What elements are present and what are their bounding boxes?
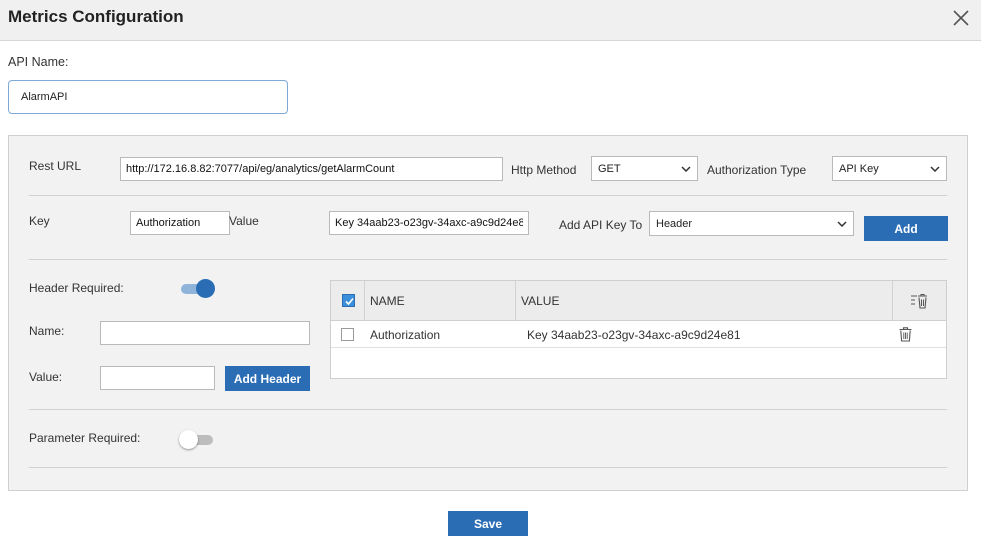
value-label: Value (229, 214, 259, 228)
dialog-title: Metrics Configuration (8, 7, 184, 26)
add-api-key-button[interactable]: Add (864, 216, 948, 241)
api-name-input[interactable] (8, 80, 288, 114)
add-api-key-to-select[interactable]: Header (649, 211, 854, 236)
divider (29, 467, 947, 468)
api-name-label: API Name: (8, 55, 69, 69)
column-header-name: NAME (370, 294, 405, 308)
header-required-toggle[interactable] (179, 278, 215, 298)
delete-all-icon[interactable] (910, 293, 928, 309)
key-label: Key (29, 214, 50, 228)
close-icon[interactable] (951, 8, 971, 28)
add-api-key-to-label: Add API Key To (559, 218, 643, 232)
divider (29, 409, 947, 410)
header-name-input[interactable] (100, 321, 310, 345)
row-value-cell: Key 34aab23-o23gv-34axc-a9c9d24e81 (527, 327, 741, 342)
add-api-key-to-value: Header (656, 217, 693, 230)
header-value-label: Value: (29, 370, 63, 384)
table-header: NAME VALUE (331, 281, 946, 321)
divider (29, 195, 947, 196)
trash-icon[interactable] (899, 327, 912, 342)
rest-url-input[interactable] (120, 157, 503, 181)
header-name-label: Name: (29, 324, 65, 338)
chevron-down-icon (837, 220, 847, 227)
dialog-titlebar: Metrics Configuration (0, 0, 981, 41)
add-header-button[interactable]: Add Header (225, 366, 310, 391)
header-required-label: Header Required: (29, 281, 124, 295)
parameter-required-label: Parameter Required: (29, 431, 141, 445)
parameter-required-toggle[interactable] (179, 429, 215, 449)
chevron-down-icon (930, 165, 940, 172)
table-row: Authorization Key 34aab23-o23gv-34axc-a9… (331, 321, 946, 348)
authorization-type-select[interactable]: API Key (832, 156, 947, 181)
http-method-value: GET (598, 162, 621, 175)
key-input[interactable] (130, 211, 230, 235)
rest-url-label: Rest URL (29, 159, 82, 173)
authorization-type-value: API Key (839, 162, 879, 175)
chevron-down-icon (681, 165, 691, 172)
column-header-value: VALUE (521, 294, 560, 308)
row-name-cell: Authorization (370, 327, 441, 342)
select-all-checkbox[interactable] (342, 294, 355, 307)
headers-table: NAME VALUE Authorization Key 34aab23-o23… (330, 280, 947, 379)
save-button[interactable]: Save (448, 511, 528, 536)
row-checkbox[interactable] (341, 328, 354, 341)
api-key-value-input[interactable] (329, 211, 529, 235)
http-method-select[interactable]: GET (591, 156, 698, 181)
authorization-type-label: Authorization Type (707, 163, 807, 177)
header-value-input[interactable] (100, 366, 215, 390)
divider (29, 259, 947, 260)
http-method-label: Http Method (511, 163, 577, 177)
configuration-panel: Rest URL Http Method GET Authorization T… (8, 135, 968, 491)
